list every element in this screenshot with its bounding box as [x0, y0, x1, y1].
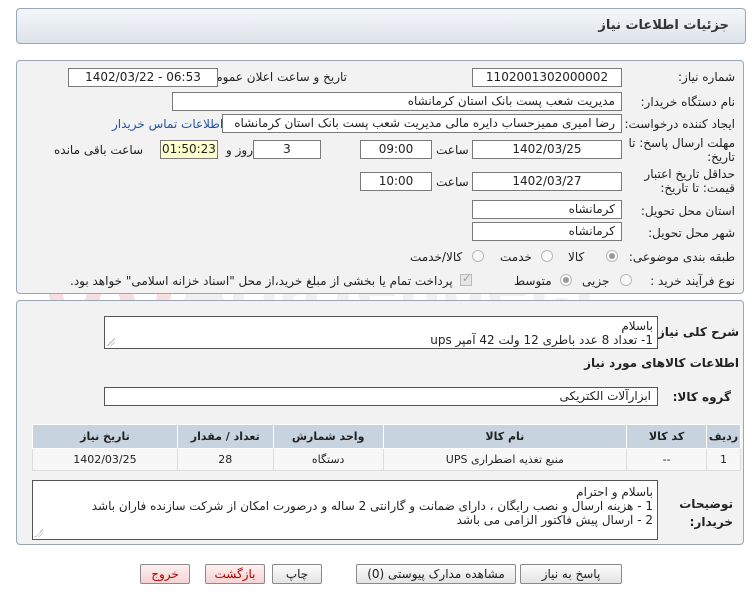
resize-grip-icon[interactable] [35, 529, 43, 537]
view-attachments-button[interactable]: مشاهده مدارک پیوستی (0) [356, 564, 516, 584]
buyer-contact-link[interactable]: اطلاعات تماس خریدار [112, 117, 223, 131]
buyer-notes-line-3: 2 - ارسال پیش فاکتور الزامی می باشد [456, 513, 653, 527]
col-header-quantity: تعداد / مقدار [176, 424, 274, 449]
cell-row-number: 1 [706, 448, 741, 471]
buyer-org-label: نام دستگاه خریدار: [640, 95, 736, 109]
col-header-item-code: کد کالا [626, 424, 708, 449]
cell-item-code: -- [626, 448, 708, 471]
validity-date-field: 1402/03/27 [472, 172, 622, 191]
category-label: طبقه بندی موضوعی: [628, 250, 735, 264]
deadline-label: مهلت ارسال پاسخ: تا تاریخ: [628, 136, 735, 164]
category-option-goods-service: کالا/خدمت [410, 250, 463, 264]
process-radio-minor[interactable] [620, 274, 632, 286]
cell-item-name: منبع تغذیه اضطراری UPS [382, 448, 628, 471]
category-radio-goods[interactable] [606, 250, 618, 262]
buyer-notes-line-1: باسلام و احترام [576, 485, 653, 499]
category-option-goods: کالا [568, 250, 585, 264]
resize-grip-icon[interactable] [107, 338, 115, 346]
remaining-time-field: 01:50:23 [160, 140, 218, 159]
process-option-medium: متوسط [514, 274, 552, 288]
requester-field: رضا امیری ممیزحساب دایره مالی مدیریت شعب… [222, 114, 622, 133]
page-header: جزئیات اطلاعات نیاز [16, 8, 746, 44]
buyer-notes-label-line2: خریدار: [689, 515, 733, 529]
validity-hour-label: ساعت [436, 175, 469, 189]
summary-line-2: 1- تعداد 8 عدد باطری 12 ولت 42 آمپر ups [430, 333, 653, 347]
table-row[interactable]: 1 -- منبع تغذیه اضطراری UPS دستگاه 28 14… [32, 448, 741, 471]
print-button[interactable]: چاپ [272, 564, 322, 584]
col-header-item-name: نام کالا [382, 424, 628, 449]
col-header-row-number: ردیف [706, 424, 741, 449]
buyer-notes-label-line1: توضیحات [679, 497, 733, 511]
province-label: استان محل تحویل: [640, 204, 735, 218]
validity-time-field: 10:00 [360, 172, 432, 191]
category-radio-goods-service[interactable] [472, 250, 484, 262]
city-label: شهر محل تحویل: [648, 226, 735, 240]
validity-label: حداقل تاریخ اعتبار قیمت: تا تاریخ: [644, 167, 735, 195]
buyer-org-field: مدیریت شعب پست بانک استان کرمانشاه [172, 92, 622, 111]
deadline-date-field: 1402/03/25 [472, 140, 622, 159]
requester-label: ایجاد کننده درخواست: [624, 117, 735, 131]
goods-table: ردیف کد کالا نام کالا واحد شمارش تعداد /… [32, 424, 741, 471]
goods-section-title: اطلاعات کالاهای مورد نیاز [584, 356, 739, 370]
back-button[interactable]: بازگشت [205, 564, 265, 584]
exit-button[interactable]: خروج [140, 564, 190, 584]
process-radio-medium[interactable] [560, 274, 572, 286]
days-remaining-field: 3 [253, 140, 321, 159]
summary-line-1: باسلام [621, 319, 653, 333]
process-type-label: نوع فرآیند خرید : [650, 274, 735, 288]
need-number-label: شماره نیاز: [678, 70, 735, 84]
need-number-field: 1102001302000002 [472, 68, 622, 87]
category-radio-service[interactable] [541, 250, 553, 262]
summary-textarea: باسلام 1- تعداد 8 عدد باطری 12 ولت 42 آم… [104, 316, 658, 349]
goods-group-field: ابزارآلات الکتریکی [104, 387, 658, 406]
remaining-label: ساعت باقی مانده [54, 143, 144, 157]
goods-table-header-row: ردیف کد کالا نام کالا واحد شمارش تعداد /… [32, 424, 741, 449]
treasury-payment-checkbox[interactable] [460, 272, 472, 286]
cell-need-date: 1402/03/25 [32, 448, 178, 471]
city-field: کرمانشاه [472, 222, 622, 241]
process-option-minor: جزیی [582, 274, 610, 288]
buyer-notes-textarea: باسلام و احترام 1 - هزینه ارسال و نصب را… [32, 480, 658, 540]
days-label: روز و [226, 143, 253, 157]
summary-label: شرح کلی نیاز: [653, 325, 739, 339]
goods-group-label: گروه کالا: [672, 390, 731, 404]
announce-datetime-label: تاریخ و ساعت اعلان عمومی: [202, 70, 347, 84]
announce-datetime-field: 1402/03/22 - 06:53 [68, 68, 218, 87]
deadline-time-field: 09:00 [360, 140, 432, 159]
category-option-service: خدمت [500, 250, 532, 264]
buyer-notes-line-2: 1 - هزینه ارسال و نصب رایگان ، دارای ضما… [91, 499, 653, 513]
treasury-payment-note: پرداخت تمام یا بخشی از مبلغ خرید،از محل … [70, 274, 453, 288]
province-field: کرمانشاه [472, 200, 622, 219]
reply-to-need-button[interactable]: پاسخ به نیاز [520, 564, 622, 584]
col-header-unit: واحد شمارش [272, 424, 384, 449]
cell-quantity: 28 [176, 448, 274, 471]
deadline-hour-label: ساعت [436, 143, 469, 157]
page-title: جزئیات اطلاعات نیاز [598, 18, 729, 33]
col-header-need-date: تاریخ نیاز [32, 424, 178, 449]
cell-unit: دستگاه [272, 448, 384, 471]
